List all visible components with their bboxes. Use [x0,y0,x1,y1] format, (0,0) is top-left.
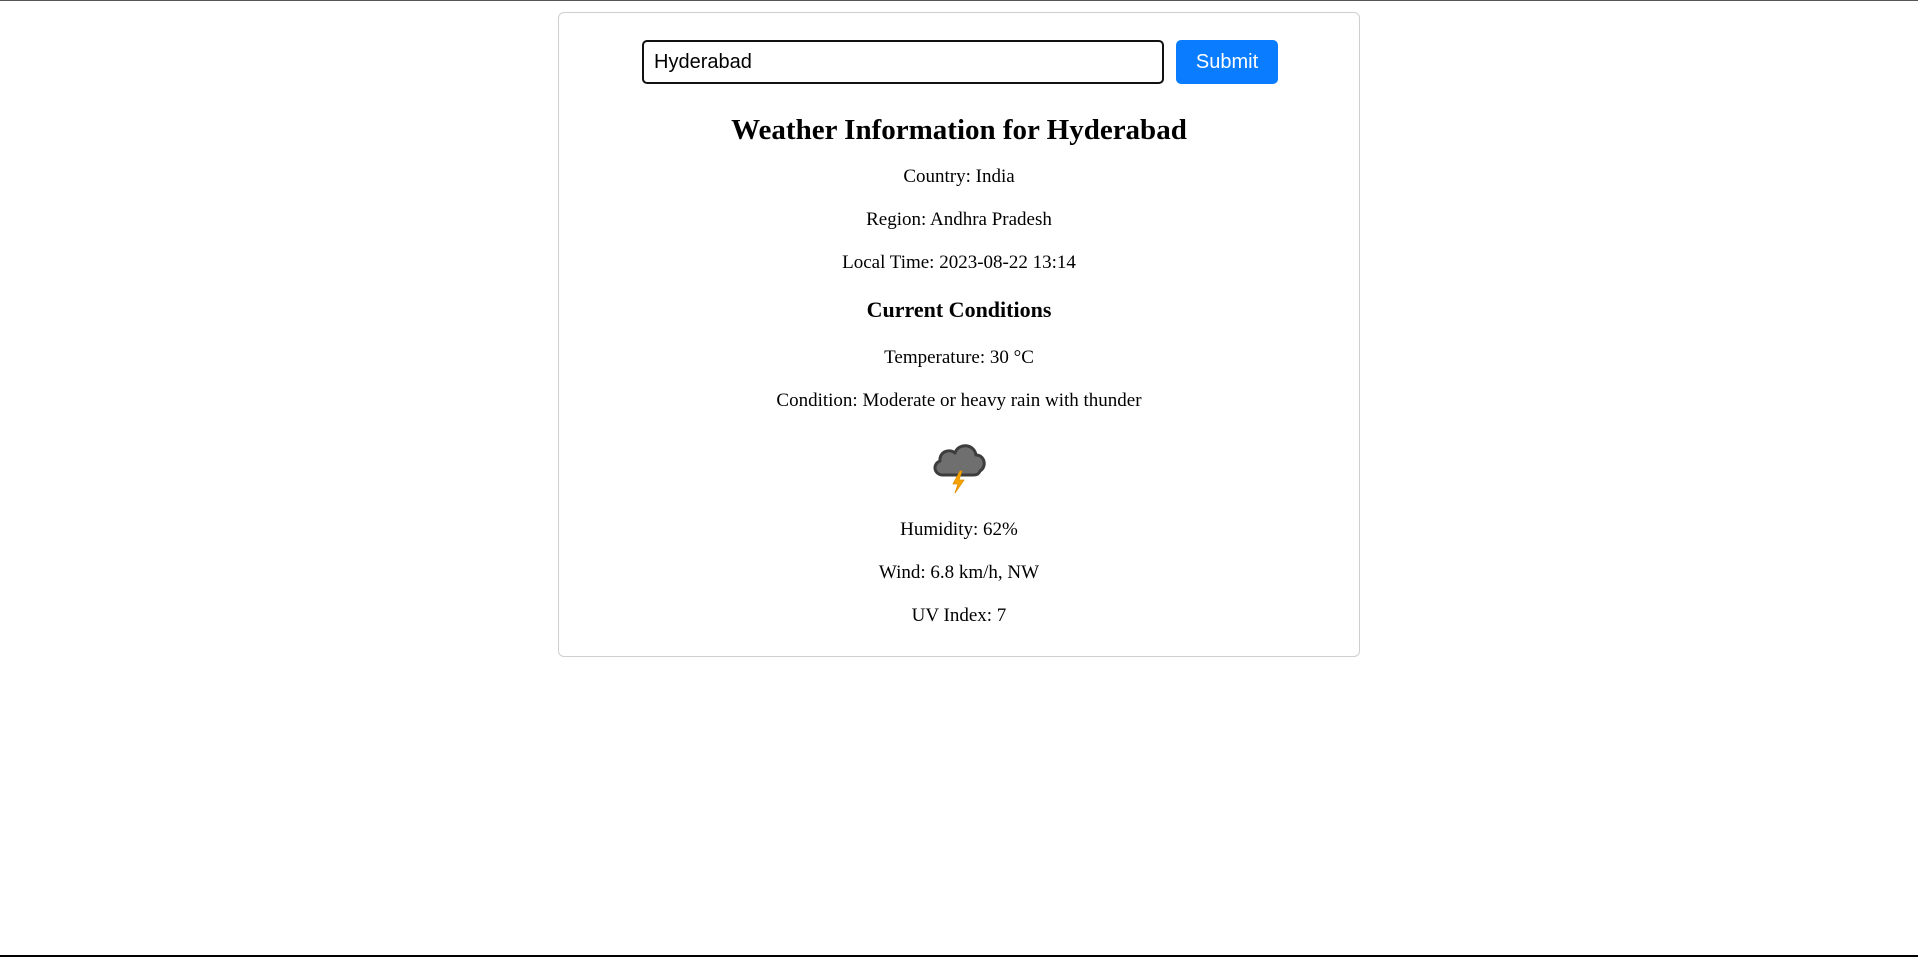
current-conditions-heading: Current Conditions [866,297,1052,322]
temperature-text: Temperature: 30 °C [884,347,1034,368]
search-form: Submit [559,39,1359,85]
page-title: Weather Information for Hyderabad [731,114,1187,146]
condition-text: Condition: Moderate or heavy rain with t… [776,390,1142,411]
wind-text: Wind: 6.8 km/h, NW [878,562,1040,583]
country-text: Country: India [903,166,1015,187]
condition-icon-container [559,422,1359,508]
city-search-input[interactable] [642,40,1164,84]
region-text: Region: Andhra Pradesh [866,209,1052,230]
humidity-text: Humidity: 62% [900,519,1018,540]
page-frame: Submit Weather Information for Hyderabad… [0,0,1918,957]
weather-info: Weather Information for Hyderabad Countr… [559,105,1359,637]
thunderstorm-cloud-icon [933,444,986,494]
submit-button[interactable]: Submit [1176,40,1278,84]
weather-card: Submit Weather Information for Hyderabad… [558,12,1360,657]
local-time-text: Local Time: 2023-08-22 13:14 [842,252,1076,273]
uv-index-text: UV Index: 7 [911,605,1007,626]
